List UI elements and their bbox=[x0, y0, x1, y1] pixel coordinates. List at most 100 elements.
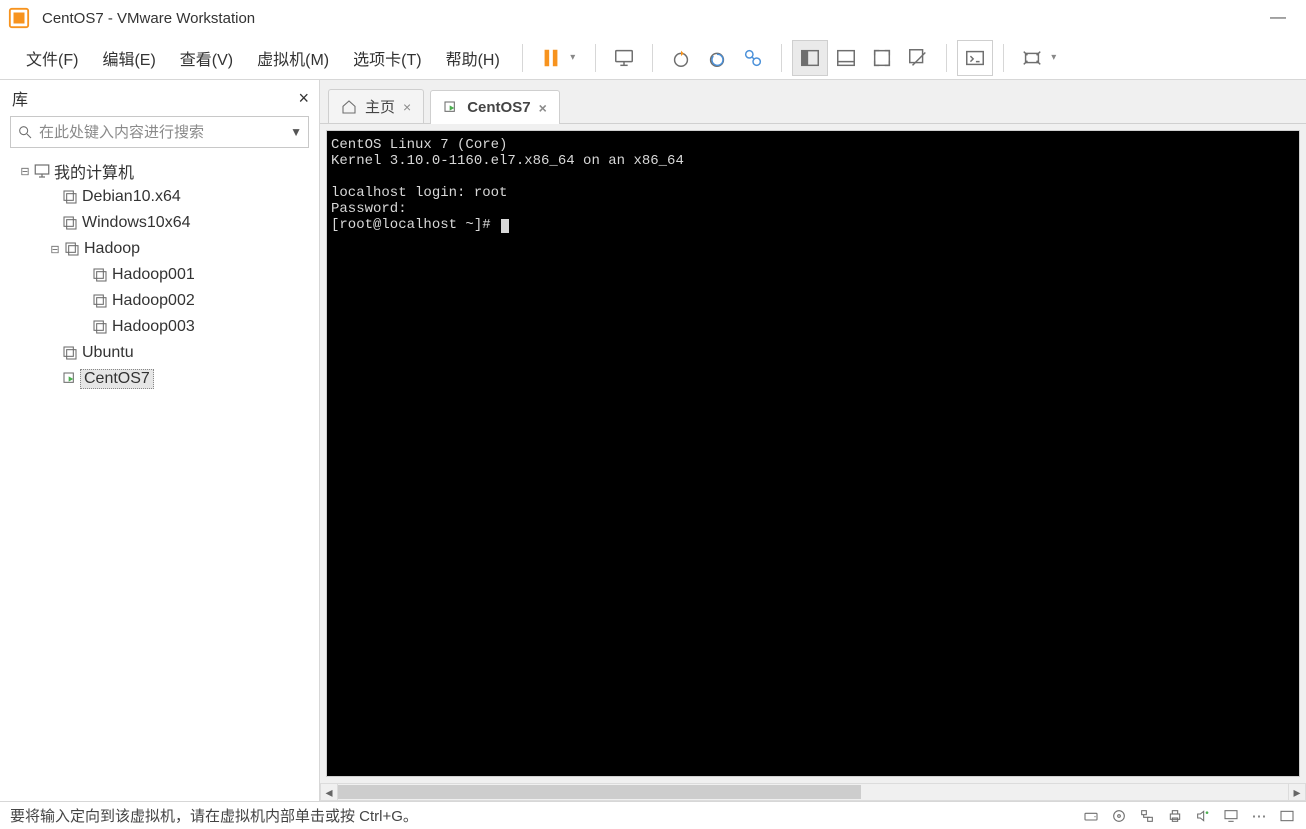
main-area: 库 × ▼ ⊟ 我的计算机 Debian10.x64 bbox=[0, 80, 1306, 801]
horizontal-scrollbar[interactable]: ◂ ▸ bbox=[320, 783, 1306, 801]
search-input[interactable] bbox=[39, 124, 290, 141]
sound-icon[interactable] bbox=[1194, 807, 1212, 825]
lock-icon[interactable] bbox=[1278, 807, 1296, 825]
statusbar: 要将输入定向到该虚拟机，请在虚拟机内部单击或按 Ctrl+G。 ⋯ bbox=[0, 801, 1306, 829]
search-icon bbox=[17, 124, 33, 140]
terminal-prompt: [root@localhost ~]# bbox=[331, 217, 499, 233]
collapse-icon[interactable]: ⊟ bbox=[18, 165, 32, 178]
vm-icon bbox=[60, 345, 80, 361]
tree-folder-hadoop[interactable]: ⊟ Hadoop bbox=[4, 236, 315, 262]
scrollbar-thumb[interactable] bbox=[338, 785, 861, 799]
sidebar-title: 库 bbox=[12, 86, 28, 110]
more-icon[interactable]: ⋯ bbox=[1250, 807, 1268, 825]
tree-vm-ubuntu[interactable]: Ubuntu bbox=[4, 340, 315, 366]
tree-label: Hadoop bbox=[82, 240, 140, 258]
tree-label: Hadoop001 bbox=[110, 266, 195, 284]
tab-label: 主页 bbox=[365, 96, 395, 117]
tab-close-button[interactable]: × bbox=[539, 100, 547, 116]
snapshot-manager-button[interactable] bbox=[735, 40, 771, 76]
send-ctrl-alt-del-button[interactable] bbox=[606, 40, 642, 76]
tab-close-button[interactable]: × bbox=[403, 99, 411, 115]
tree-label: 我的计算机 bbox=[52, 159, 134, 183]
view-fullscreen-button[interactable] bbox=[864, 40, 900, 76]
search-dropdown[interactable]: ▼ bbox=[290, 125, 302, 139]
stretch-dropdown[interactable]: ▾ bbox=[1048, 52, 1060, 63]
collapse-icon[interactable]: ⊟ bbox=[48, 243, 62, 256]
tree-root-my-computer[interactable]: ⊟ 我的计算机 bbox=[4, 158, 315, 184]
sidebar-search[interactable]: ▼ bbox=[10, 116, 309, 148]
app-icon bbox=[8, 7, 30, 29]
scroll-right-button[interactable]: ▸ bbox=[1288, 783, 1306, 801]
tab-home[interactable]: 主页 × bbox=[328, 89, 424, 123]
power-dropdown[interactable]: ▾ bbox=[567, 52, 579, 63]
vm-icon bbox=[90, 319, 110, 335]
pause-button[interactable] bbox=[533, 40, 569, 76]
view-single-button[interactable] bbox=[828, 40, 864, 76]
folder-icon bbox=[62, 241, 82, 257]
tree-label: Debian10.x64 bbox=[80, 188, 181, 206]
scroll-left-button[interactable]: ◂ bbox=[320, 783, 338, 801]
menu-file[interactable]: 文件(F) bbox=[14, 40, 90, 76]
menu-vm[interactable]: 虚拟机(M) bbox=[245, 40, 341, 76]
tab-strip: 主页 × CentOS7 × bbox=[320, 80, 1306, 124]
vm-icon bbox=[90, 267, 110, 283]
view-unity-button[interactable] bbox=[900, 40, 936, 76]
terminal-line: Kernel 3.10.0-1160.el7.x86_64 on an x86_… bbox=[331, 153, 684, 169]
snapshot-take-button[interactable] bbox=[663, 40, 699, 76]
home-icon bbox=[341, 99, 357, 115]
cd-icon[interactable] bbox=[1110, 807, 1128, 825]
vm-icon bbox=[90, 293, 110, 309]
library-tree: ⊟ 我的计算机 Debian10.x64 Windows10x64 ⊟ Hado… bbox=[0, 154, 319, 396]
tree-vm-hadoop001[interactable]: Hadoop001 bbox=[4, 262, 315, 288]
tree-label: Windows10x64 bbox=[80, 214, 191, 232]
menu-help[interactable]: 帮助(H) bbox=[434, 40, 512, 76]
tree-label: Hadoop003 bbox=[110, 318, 195, 336]
menu-view[interactable]: 查看(V) bbox=[168, 40, 245, 76]
content-area: 主页 × CentOS7 × CentOS Linux 7 (Core) Ker… bbox=[320, 80, 1306, 801]
vm-icon bbox=[60, 215, 80, 231]
printer-icon[interactable] bbox=[1166, 807, 1184, 825]
display-icon[interactable] bbox=[1222, 807, 1240, 825]
stretch-button[interactable] bbox=[1014, 40, 1050, 76]
window-minimize-button[interactable]: — bbox=[1258, 9, 1298, 27]
window-title: CentOS7 - VMware Workstation bbox=[42, 10, 255, 27]
separator bbox=[1003, 44, 1004, 72]
vm-running-icon bbox=[60, 371, 80, 387]
window-titlebar: CentOS7 - VMware Workstation — bbox=[0, 0, 1306, 36]
terminal-line: localhost login: root bbox=[331, 185, 507, 201]
network-icon[interactable] bbox=[1138, 807, 1156, 825]
snapshot-revert-button[interactable] bbox=[699, 40, 735, 76]
tree-vm-hadoop003[interactable]: Hadoop003 bbox=[4, 314, 315, 340]
status-device-icons: ⋯ bbox=[1082, 807, 1296, 825]
tree-vm-hadoop002[interactable]: Hadoop002 bbox=[4, 288, 315, 314]
tab-centos7[interactable]: CentOS7 × bbox=[430, 90, 560, 124]
tree-vm-centos7[interactable]: CentOS7 bbox=[4, 366, 315, 392]
vm-icon bbox=[60, 189, 80, 205]
tab-label: CentOS7 bbox=[467, 99, 530, 116]
quick-connect-button[interactable] bbox=[957, 40, 993, 76]
sidebar-header: 库 × bbox=[0, 80, 319, 114]
monitor-icon bbox=[32, 162, 52, 180]
sidebar-close-button[interactable]: × bbox=[298, 88, 309, 109]
separator bbox=[595, 44, 596, 72]
tree-vm-windows10[interactable]: Windows10x64 bbox=[4, 210, 315, 236]
tree-vm-debian[interactable]: Debian10.x64 bbox=[4, 184, 315, 210]
vm-running-icon bbox=[443, 100, 459, 116]
scrollbar-track[interactable] bbox=[338, 783, 1288, 801]
menu-edit[interactable]: 编辑(E) bbox=[90, 40, 167, 76]
terminal-line: Password: bbox=[331, 201, 407, 217]
menubar: 文件(F) 编辑(E) 查看(V) 虚拟机(M) 选项卡(T) 帮助(H) ▾ bbox=[0, 36, 1306, 80]
tree-label: Hadoop002 bbox=[110, 292, 195, 310]
separator bbox=[946, 44, 947, 72]
separator bbox=[652, 44, 653, 72]
terminal-output[interactable]: CentOS Linux 7 (Core) Kernel 3.10.0-1160… bbox=[327, 131, 1299, 776]
status-hint: 要将输入定向到该虚拟机，请在虚拟机内部单击或按 Ctrl+G。 bbox=[10, 805, 418, 826]
vm-console[interactable]: CentOS Linux 7 (Core) Kernel 3.10.0-1160… bbox=[326, 130, 1300, 777]
view-console-button[interactable] bbox=[792, 40, 828, 76]
terminal-cursor bbox=[501, 219, 509, 233]
tree-label: CentOS7 bbox=[80, 369, 154, 389]
separator bbox=[781, 44, 782, 72]
hdd-icon[interactable] bbox=[1082, 807, 1100, 825]
menu-tabs[interactable]: 选项卡(T) bbox=[341, 40, 433, 76]
terminal-line: CentOS Linux 7 (Core) bbox=[331, 137, 507, 153]
